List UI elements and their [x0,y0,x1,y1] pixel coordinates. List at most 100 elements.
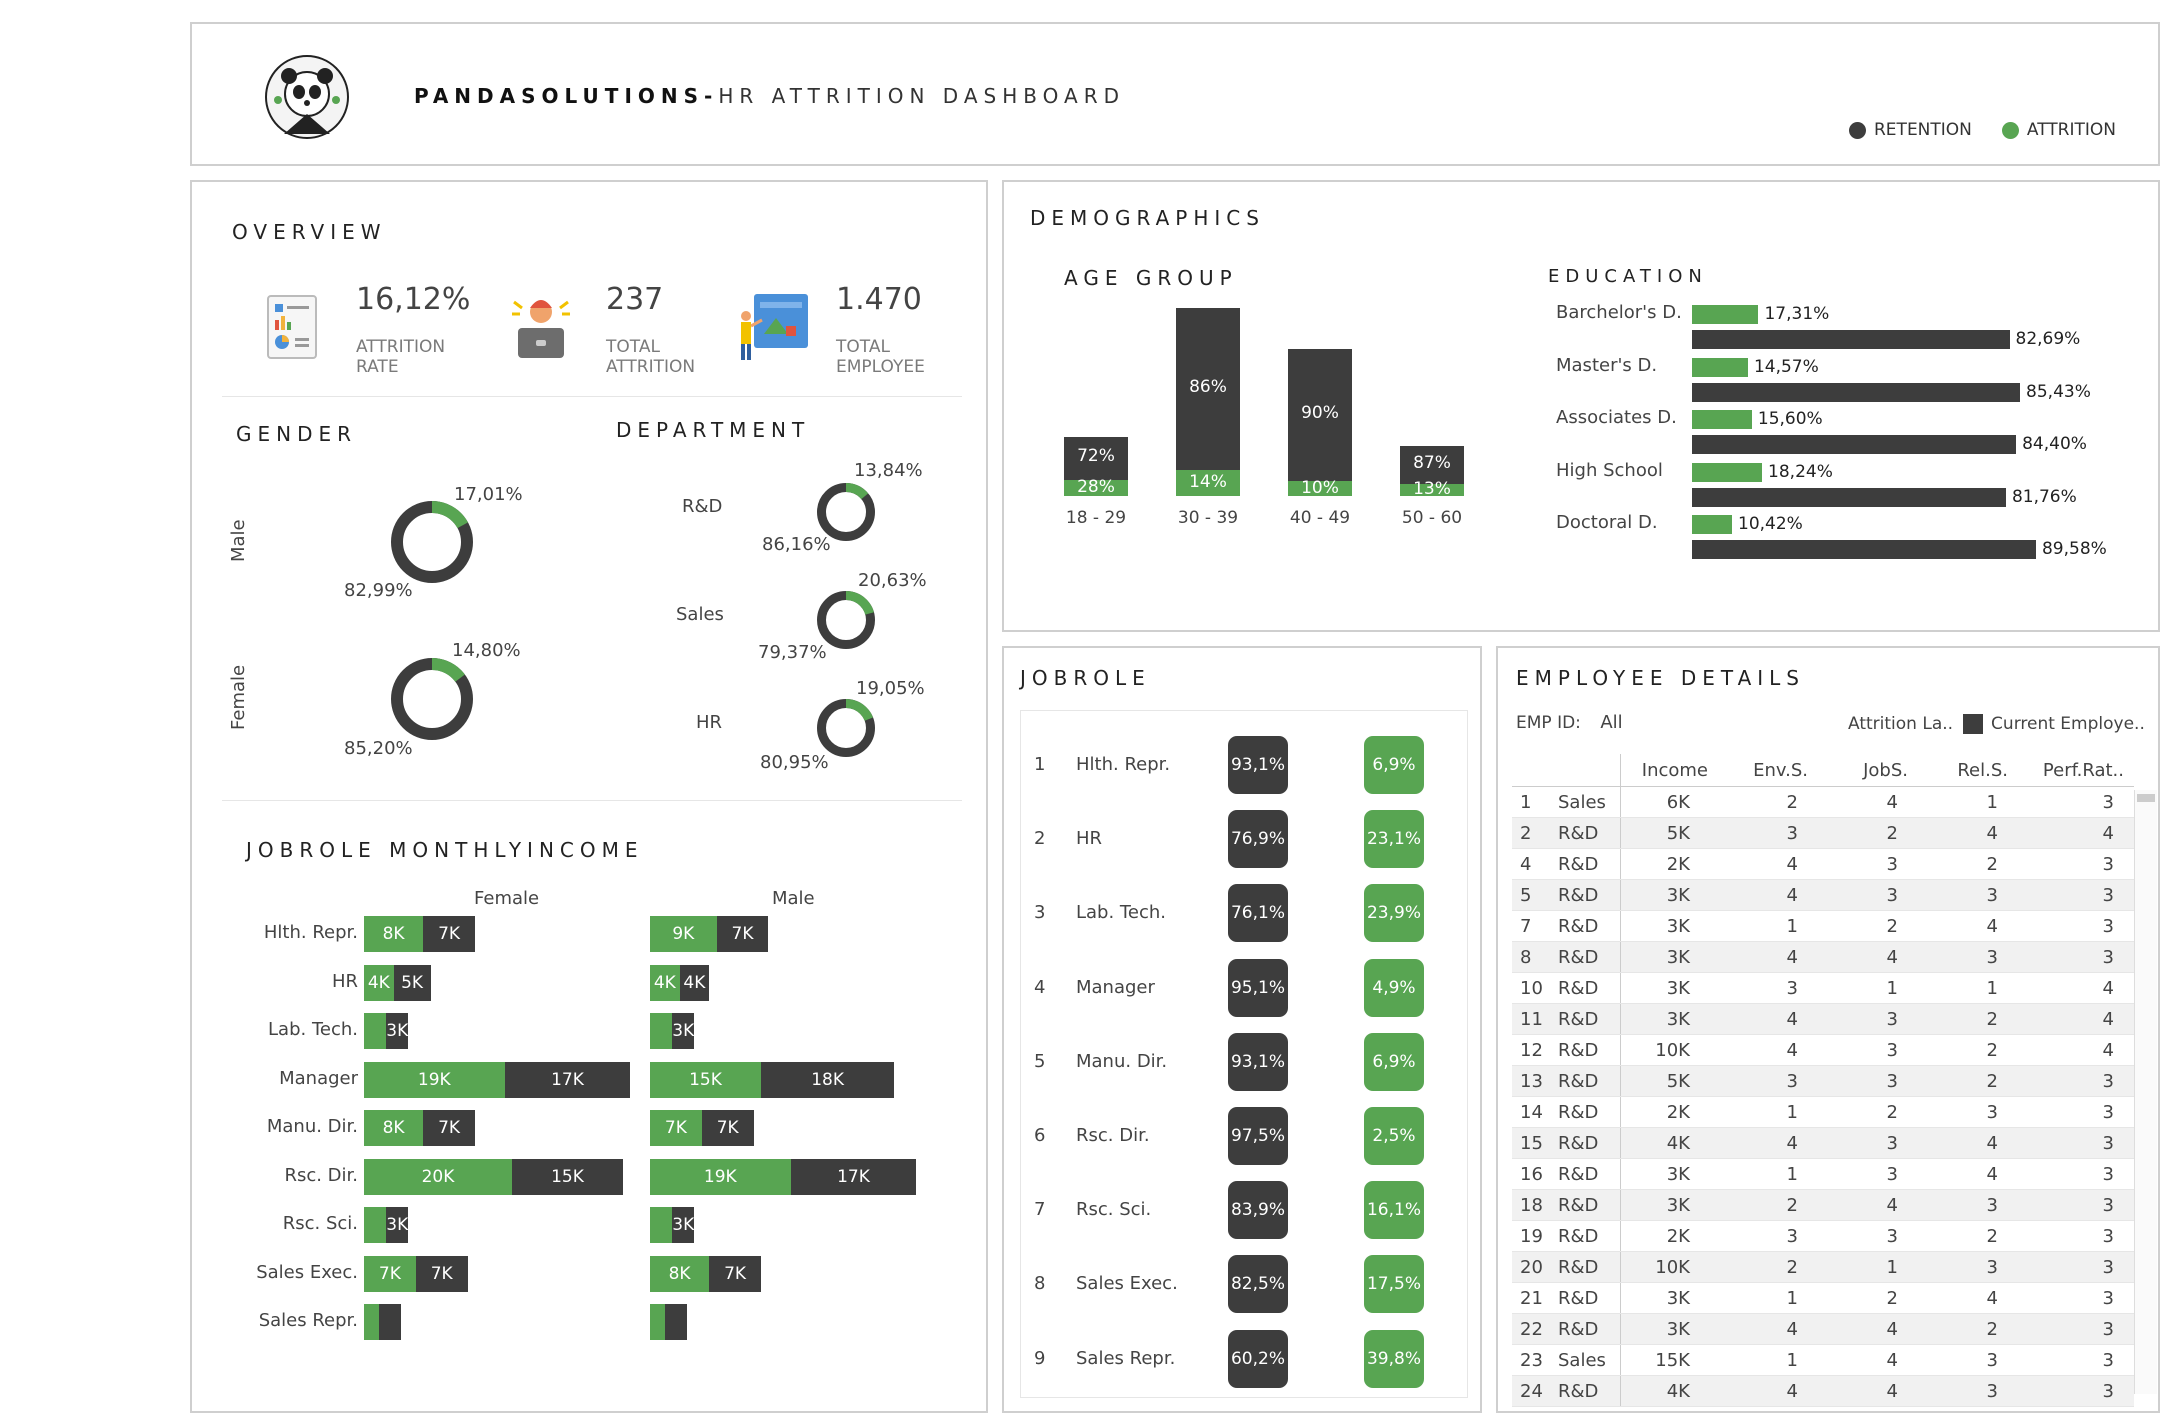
table-cell: 3 [1718,1220,1818,1252]
jobrole-name: Rsc. Sci. [1076,1199,1152,1221]
table-cell: 3 [2018,1096,2134,1128]
table-row[interactable]: 21 R&D 3K 1 2 4 3 [1512,1282,2134,1314]
table-cell: 4 [1918,910,2018,942]
legend: RETENTION ATTRITION [1849,120,2116,140]
income-value-retention: 7K [438,1118,461,1138]
income-category-label: Manu. Dir. [266,1116,358,1137]
table-cell: 4 [1818,786,1918,818]
income-value-attrition: 7K [378,1263,401,1284]
table-cell: 2 [1818,1282,1918,1314]
emp-id-value[interactable]: All [1600,712,1622,733]
table-cell: 3 [1818,1158,1918,1190]
table-row[interactable]: 16 R&D 3K 1 3 4 3 [1512,1158,2134,1190]
dashboard-subtitle: HR ATTRITION DASHBOARD [718,84,1126,108]
education-value-attrition: 10,42% [1738,514,1803,534]
table-cell: 3 [2018,910,2134,942]
education-bar-retention [1692,540,2036,559]
header-cell [1512,754,1558,787]
jobrole-title: JOBROLE [1020,666,1151,690]
jobrole-rank: 6 [1034,1125,1046,1146]
panda-logo [264,54,350,140]
jobrole-attrition-pill: 16,1% [1364,1181,1424,1240]
income-value-retention: 17K [837,1166,870,1187]
table-cell: 19 [1512,1220,1558,1252]
table-row[interactable]: 13 R&D 5K 3 3 2 3 [1512,1065,2134,1097]
table-cell: 15 [1512,1127,1558,1159]
education-value-attrition: 17,31% [1764,304,1830,324]
table-cell: 3 [1918,941,2018,973]
jobrole-attrition-pill: 23,1% [1364,810,1424,869]
education-value-retention: 85,43% [2026,381,2091,402]
details-legend: Attrition La.. Current Employe.. [1848,714,2145,734]
education-category-label: Associates D. [1556,407,1677,428]
table-cell: 4 [2018,1003,2134,1035]
table-cell: 3K [1620,879,1718,911]
table-row[interactable]: 4 R&D 2K 4 3 2 3 [1512,848,2134,880]
header-job-satisfaction[interactable]: JobS. [1818,754,1918,787]
table-cell: Sales [1558,1344,1621,1376]
header-env-satisfaction[interactable]: Env.S. [1718,754,1818,787]
table-row[interactable]: 19 R&D 2K 3 3 2 3 [1512,1220,2134,1252]
scrollbar-thumb[interactable] [2137,794,2155,802]
current-employee-label: Current Employe.. [1991,714,2145,734]
table-row[interactable]: 24 R&D 4K 4 4 3 3 [1512,1375,2134,1407]
table-cell: 5 [1512,879,1558,911]
table-row[interactable]: 11 R&D 3K 4 3 2 4 [1512,1003,2134,1035]
table-cell: 11 [1512,1003,1558,1035]
table-cell: 2 [1918,1003,2018,1035]
header-performance-rating[interactable]: Perf.Rat.. [2018,754,2134,787]
table-row[interactable]: 2 R&D 5K 3 2 4 4 [1512,817,2134,849]
table-row[interactable]: 23 Sales 15K 1 4 3 3 [1512,1344,2134,1376]
income-category-label: Hlth. Repr. [263,922,358,943]
table-cell: 16 [1512,1158,1558,1190]
table-row[interactable]: 14 R&D 2K 1 2 3 3 [1512,1096,2134,1128]
education-bar-retention [1692,382,2021,402]
table-cell: 4 [1718,1127,1818,1159]
table-row[interactable]: 20 R&D 10K 2 1 3 3 [1512,1251,2134,1283]
table-cell: 3 [1718,817,1818,849]
table-cell: 2 [1918,1065,2018,1097]
table-row[interactable]: 10 R&D 3K 3 1 1 4 [1512,972,2134,1004]
jobrole-rank: 3 [1034,902,1046,924]
retention-legend-label: RETENTION [1874,120,1972,140]
jobrole-name: Hlth. Repr. [1076,754,1171,775]
table-row[interactable]: 15 R&D 4K 4 3 4 3 [1512,1127,2134,1159]
education-value-attrition: 18,24% [1768,461,1833,482]
table-row[interactable]: 12 R&D 10K 4 3 2 4 [1512,1034,2134,1066]
header-rel-satisfaction[interactable]: Rel.S. [1918,754,2018,787]
jobrole-retention-pill: 95,1% [1228,958,1288,1017]
table-row[interactable]: 22 R&D 3K 4 4 2 3 [1512,1313,2134,1345]
income-bar-attrition [650,1207,673,1243]
table-cell: 4 [1818,1344,1918,1376]
table-row[interactable]: 8 R&D 3K 4 4 3 3 [1512,941,2134,973]
header-income[interactable]: Income [1620,754,1718,787]
table-cell: 4 [1818,1375,1918,1407]
table-row[interactable]: 5 R&D 3K 4 3 3 3 [1512,879,2134,911]
education-value-attrition: 15,60% [1757,409,1823,429]
table-cell: R&D [1558,879,1621,911]
jobrole-name: Rsc. Dir. [1076,1125,1150,1146]
table-row[interactable]: 18 R&D 3K 2 4 3 3 [1512,1189,2134,1221]
table-row[interactable]: 1 Sales 6K 2 4 1 3 [1512,786,2134,818]
education-category-label: Doctoral D. [1556,512,1658,533]
income-value-retention: 5K [401,972,424,993]
table-cell: 24 [1512,1375,1558,1407]
income-bar-attrition [364,1207,387,1243]
table-cell: 1 [1918,786,2018,818]
table-scrollbar[interactable] [2134,790,2157,1394]
header-panel: PANDASOLUTIONS-HR ATTRITION DASHBOARD RE… [190,22,2160,166]
jobrole-attrition-pill: 39,8% [1364,1329,1424,1388]
emp-id-filter[interactable]: EMP ID: All [1516,712,1623,733]
jobrole-retention-pill: 97,5% [1228,1107,1288,1165]
income-value-attrition: 8K [382,924,405,944]
table-cell: R&D [1558,1065,1621,1097]
table-cell: R&D [1558,1034,1621,1066]
education-bar-retention [1692,435,2017,454]
jobrole-retention-pill: 82,5% [1228,1255,1288,1314]
overview-panel: OVERVIEW 16,12% ATTRITION RATE 237 TOTAL… [190,180,988,1413]
brand-name: PANDASOLUTIONS- [414,84,719,108]
table-cell: 22 [1512,1313,1558,1345]
table-row[interactable]: 7 R&D 3K 1 2 4 3 [1512,910,2134,942]
table-cell: 3 [1918,1189,2018,1221]
table-cell: 1 [1718,1096,1818,1128]
